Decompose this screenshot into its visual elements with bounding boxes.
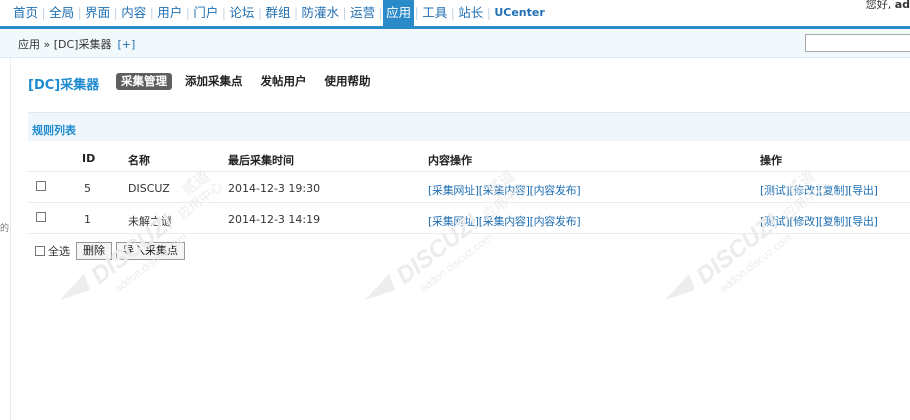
add-shortcut-link[interactable]: [+] [117,38,135,51]
top-navigation: 首页 | 全局 | 界面 | 内容 | 用户 | 门户 | 论坛 | 群组 | 防灌水 | 运营 |… [0,0,910,29]
svg-text:addon.discuz.com: addon.discuz.com [717,231,794,295]
collect-url-link[interactable]: [采集网址] [428,215,479,228]
nav-item-webmaster[interactable]: 站长 [455,0,486,26]
left-panel-glyph: 的 [0,224,10,234]
content-ops-links: [采集网址][采集内容][内容发布] [428,182,581,198]
nav-item-tools[interactable]: 工具 [419,0,450,26]
nav-item-apps[interactable]: 应用 [383,0,415,26]
breadcrumb-text: 应用 » [DC]采集器 [18,38,112,51]
row-ops-links: [测试][修改][复制][导出] [760,213,878,229]
edit-link[interactable]: [修改] [789,184,819,197]
breadcrumb-bar: 应用 » [DC]采集器 [+] [0,29,910,58]
table-footer: 全选 删除 导入采集点 [35,241,189,261]
nav-item-forum[interactable]: 论坛 [226,0,257,26]
nav-item-groups[interactable]: 群组 [262,0,293,26]
row-id: 5 [84,182,91,195]
row-time: 2014-12-3 19:30 [228,182,321,195]
tab-collect-manage[interactable]: 采集管理 [116,73,172,90]
copy-link[interactable]: [复制] [819,215,849,228]
collect-url-link[interactable]: [采集网址] [428,184,479,197]
nav-item-ucenter[interactable]: UCenter [491,0,547,26]
row-checkbox[interactable] [36,212,46,222]
nav-item-users[interactable]: 用户 [154,0,185,26]
tab-add-collect-point[interactable]: 添加采集点 [180,73,248,90]
row-checkbox[interactable] [36,181,46,191]
select-all-checkbox[interactable] [35,246,45,256]
nav-item-content[interactable]: 内容 [118,0,149,26]
rules-section-header: 规则列表 [28,112,910,141]
test-link[interactable]: [测试] [760,215,790,228]
user-greeting: 您好, ad [866,0,910,12]
username[interactable]: ad [895,0,910,11]
column-header-ops: 操作 [760,154,782,167]
export-link[interactable]: [导出] [848,215,878,228]
row-id: 1 [84,213,91,226]
svg-text:addon.discuz.com: addon.discuz.com [417,231,494,295]
column-header-content-ops: 内容操作 [428,154,472,167]
select-all-label: 全选 [48,245,70,258]
nav-menu: 首页 | 全局 | 界面 | 内容 | 用户 | 门户 | 论坛 | 群组 | 防灌水 | 运营 |… [10,0,548,26]
nav-item-interface[interactable]: 界面 [82,0,113,26]
publish-content-link[interactable]: [内容发布] [530,184,581,197]
column-header-name: 名称 [128,154,150,167]
delete-button[interactable]: 删除 [76,242,112,260]
plugin-subnav: 采集管理 添加采集点 发帖用户 使用帮助 [116,73,376,90]
import-button[interactable]: 导入采集点 [116,242,185,260]
test-link[interactable]: [测试] [760,184,790,197]
column-header-last-time: 最后采集时间 [228,154,294,167]
collect-content-link[interactable]: [采集内容] [479,215,530,228]
plugin-title: [DC]采集器 [28,78,100,93]
row-name: 未解之谜 [128,215,172,228]
content-ops-links: [采集网址][采集内容][内容发布] [428,213,581,229]
copy-link[interactable]: [复制] [819,184,849,197]
export-link[interactable]: [导出] [848,184,878,197]
nav-item-antispam[interactable]: 防灌水 [299,0,343,26]
column-header-id: ID [82,152,96,165]
tab-help[interactable]: 使用帮助 [320,73,376,90]
row-name: DISCUZ [128,182,170,195]
nav-item-home[interactable]: 首页 [10,0,41,26]
breadcrumb: 应用 » [DC]采集器 [+] [18,36,135,52]
row-time: 2014-12-3 14:19 [228,213,321,226]
nav-item-portal[interactable]: 门户 [190,0,221,26]
row-ops-links: [测试][修改][复制][导出] [760,182,878,198]
collect-content-link[interactable]: [采集内容] [479,184,530,197]
search-input[interactable] [805,34,910,52]
publish-content-link[interactable]: [内容发布] [530,215,581,228]
tab-posting-users[interactable]: 发帖用户 [256,73,312,90]
section-title: 规则列表 [32,124,76,137]
greeting-text: 您好, [865,0,892,11]
table-row: 1 未解之谜 2014-12-3 14:19 [采集网址][采集内容][内容发布… [28,203,910,234]
left-panel-edge: 的 [0,58,11,420]
nav-item-global[interactable]: 全局 [46,0,77,26]
table-row: 5 DISCUZ 2014-12-3 19:30 [采集网址][采集内容][内容… [28,172,910,203]
edit-link[interactable]: [修改] [789,215,819,228]
nav-item-operations[interactable]: 运营 [347,0,378,26]
